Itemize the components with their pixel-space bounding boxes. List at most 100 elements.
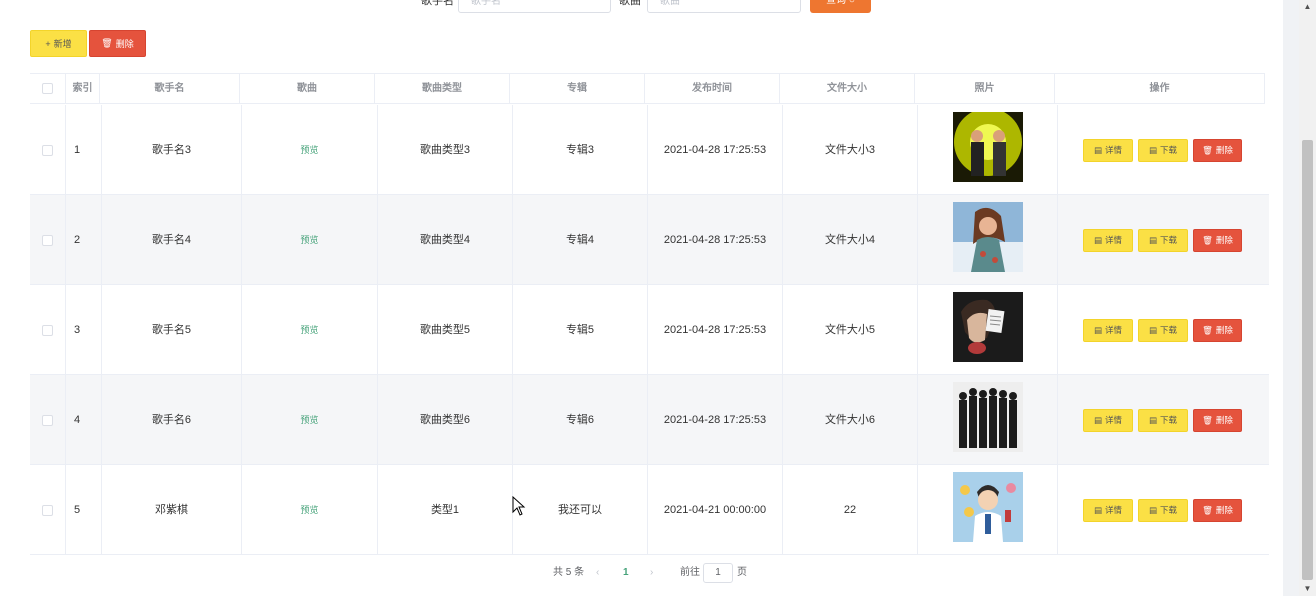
row-index: 2: [66, 195, 102, 285]
row-photo-cell: [918, 285, 1058, 375]
header-index[interactable]: 索引: [66, 74, 100, 104]
row-singer: 歌手名4: [102, 195, 242, 285]
trash-icon: 🗑: [1202, 144, 1213, 155]
delete-button[interactable]: 🗑 删除: [1193, 228, 1242, 252]
preview-link[interactable]: 预览: [300, 235, 318, 245]
pagination-goto-label: 前往: [680, 567, 700, 578]
row-checkbox[interactable]: [42, 414, 53, 426]
row-checkbox[interactable]: [42, 504, 53, 516]
delete-button[interactable]: 🗑 删除: [1193, 408, 1242, 432]
delete-label: 删除: [1215, 415, 1233, 425]
row-checkbox[interactable]: [42, 234, 53, 246]
download-button[interactable]: ▤ 下载: [1138, 228, 1188, 252]
scroll-up-icon[interactable]: ▲: [1302, 2, 1313, 12]
detail-label: 详情: [1105, 235, 1123, 245]
main-panel: 歌手名 歌手名 歌曲 歌曲 查询 ○ + 新增 🗑 删除 索引 歌手名 歌曲 歌…: [0, 0, 1283, 596]
mouse-cursor-icon: [512, 496, 526, 516]
row-checkbox[interactable]: [42, 324, 53, 336]
row-song-cell: 预览: [242, 195, 378, 285]
row-release-time: 2021-04-28 17:25:53: [648, 285, 783, 375]
header-song-type[interactable]: 歌曲类型: [375, 74, 510, 104]
singer-photo[interactable]: [953, 382, 1023, 452]
select-all-checkbox[interactable]: [42, 82, 53, 94]
header-song[interactable]: 歌曲: [240, 74, 375, 104]
scroll-down-icon[interactable]: ▼: [1302, 584, 1313, 594]
row-checkbox[interactable]: [42, 144, 53, 156]
singer-search-label: 歌手名: [421, 0, 454, 7]
preview-link[interactable]: 预览: [300, 145, 318, 155]
delete-button[interactable]: 🗑 删除: [1193, 138, 1242, 162]
delete-label: 删除: [1215, 505, 1233, 515]
delete-button[interactable]: 🗑 删除: [1193, 498, 1242, 522]
detail-button[interactable]: ▤ 详情: [1083, 318, 1133, 342]
document-icon: ▤: [1093, 144, 1102, 155]
chevron-left-icon[interactable]: ‹: [596, 563, 599, 583]
singer-photo[interactable]: [953, 292, 1023, 362]
download-label: 下载: [1160, 325, 1178, 335]
table-row: 5 邓紫棋 预览 类型1 我还可以 2021-04-21 00:00:00 22: [30, 465, 1269, 555]
document-icon: ▤: [1148, 414, 1157, 425]
trash-icon: 🗑: [1202, 234, 1213, 245]
row-checkbox-cell: [30, 285, 66, 375]
detail-button[interactable]: ▤ 详情: [1083, 138, 1133, 162]
header-album[interactable]: 专辑: [510, 74, 645, 104]
query-button[interactable]: 查询 ○: [810, 0, 871, 13]
download-button[interactable]: ▤ 下载: [1138, 498, 1188, 522]
header-singer[interactable]: 歌手名: [100, 74, 240, 104]
document-icon: ▤: [1148, 144, 1157, 155]
download-button[interactable]: ▤ 下载: [1138, 138, 1188, 162]
add-button[interactable]: + 新增: [30, 30, 87, 57]
singer-photo[interactable]: [953, 472, 1023, 542]
row-song-cell: 预览: [242, 105, 378, 195]
detail-button[interactable]: ▤ 详情: [1083, 408, 1133, 432]
download-button[interactable]: ▤ 下载: [1138, 318, 1188, 342]
add-button-label: 新增: [53, 39, 72, 49]
row-file-size: 22: [783, 465, 918, 555]
row-index: 1: [66, 105, 102, 195]
singer-photo[interactable]: [953, 202, 1023, 272]
row-album: 专辑6: [513, 375, 648, 465]
detail-button[interactable]: ▤ 详情: [1083, 498, 1133, 522]
delete-button[interactable]: 🗑 删除: [1193, 318, 1242, 342]
download-label: 下载: [1160, 505, 1178, 515]
batch-delete-button[interactable]: 🗑 删除: [89, 30, 146, 57]
row-song-cell: 预览: [242, 465, 378, 555]
preview-link[interactable]: 预览: [300, 505, 318, 515]
header-release-time[interactable]: 发布时间: [645, 74, 780, 104]
document-icon: ▤: [1093, 414, 1102, 425]
singer-search-input[interactable]: 歌手名: [458, 0, 611, 13]
document-icon: ▤: [1093, 234, 1102, 245]
song-search-input[interactable]: 歌曲: [647, 0, 801, 13]
row-actions: ▤ 详情 ▤ 下载 🗑 删除: [1083, 285, 1242, 375]
detail-button[interactable]: ▤ 详情: [1083, 228, 1133, 252]
pagination-goto-input[interactable]: 1: [703, 563, 733, 583]
detail-label: 详情: [1105, 415, 1123, 425]
singer-photo[interactable]: [953, 112, 1023, 182]
row-release-time: 2021-04-28 17:25:53: [648, 195, 783, 285]
download-label: 下载: [1160, 235, 1178, 245]
trash-icon: 🗑: [1202, 324, 1213, 335]
pagination-page-1[interactable]: 1: [623, 563, 629, 583]
delete-label: 删除: [1215, 145, 1233, 155]
row-checkbox-cell: [30, 465, 66, 555]
table-row: 1 歌手名3 预览 歌曲类型3 专辑3 2021-04-28 17:25:53 …: [30, 105, 1269, 195]
detail-label: 详情: [1105, 325, 1123, 335]
row-song-type: 歌曲类型3: [378, 105, 513, 195]
header-actions: 操作: [1055, 74, 1265, 104]
preview-link[interactable]: 预览: [300, 325, 318, 335]
document-icon: ▤: [1093, 324, 1102, 335]
row-song-cell: 预览: [242, 375, 378, 465]
header-photo[interactable]: 照片: [915, 74, 1055, 104]
preview-link[interactable]: 预览: [300, 415, 318, 425]
select-all-cell: [30, 74, 66, 104]
header-file-size[interactable]: 文件大小: [780, 74, 915, 104]
download-button[interactable]: ▤ 下载: [1138, 408, 1188, 432]
document-icon: ▤: [1148, 504, 1157, 515]
row-singer: 歌手名6: [102, 375, 242, 465]
chevron-right-icon[interactable]: ›: [650, 563, 653, 583]
row-release-time: 2021-04-28 17:25:53: [648, 375, 783, 465]
row-song-type: 歌曲类型5: [378, 285, 513, 375]
plus-icon: +: [45, 38, 51, 49]
scrollbar-thumb[interactable]: [1302, 140, 1313, 580]
trash-icon: 🗑: [1202, 414, 1213, 425]
